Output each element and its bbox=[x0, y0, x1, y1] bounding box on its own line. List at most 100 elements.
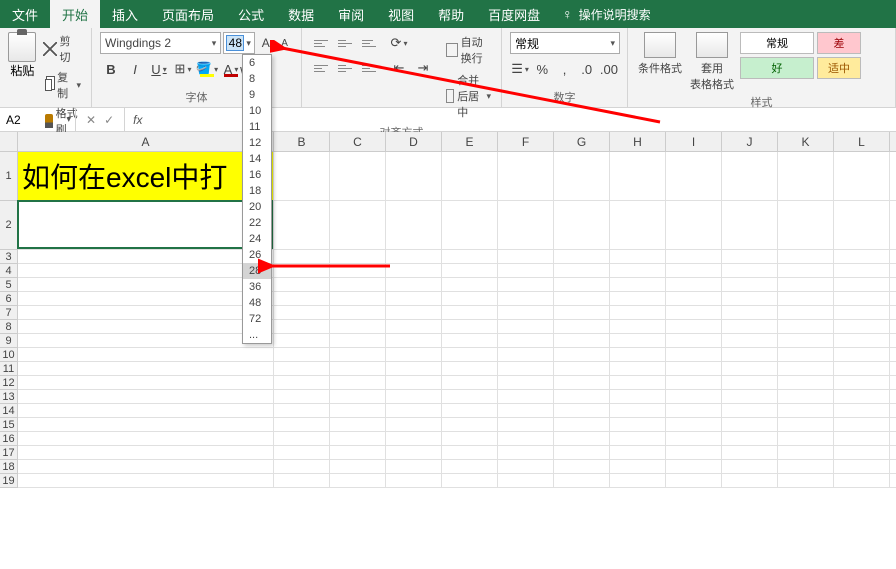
cell[interactable] bbox=[498, 152, 554, 200]
cell[interactable] bbox=[442, 152, 498, 200]
cell[interactable] bbox=[834, 306, 890, 319]
cell[interactable] bbox=[834, 418, 890, 431]
cell[interactable] bbox=[722, 152, 778, 200]
row-header[interactable]: 11 bbox=[0, 362, 17, 376]
cell[interactable] bbox=[834, 390, 890, 403]
cell[interactable] bbox=[442, 390, 498, 403]
cell[interactable] bbox=[778, 201, 834, 249]
cell[interactable] bbox=[666, 306, 722, 319]
tab-page-layout[interactable]: 页面布局 bbox=[150, 0, 226, 28]
cell[interactable] bbox=[610, 404, 666, 417]
cell[interactable] bbox=[722, 306, 778, 319]
font-size-select[interactable]: 48▾ bbox=[223, 32, 255, 54]
cell[interactable] bbox=[722, 320, 778, 333]
cell[interactable] bbox=[442, 348, 498, 361]
cell[interactable] bbox=[722, 404, 778, 417]
cell[interactable] bbox=[442, 418, 498, 431]
font-size-option[interactable]: ... bbox=[243, 327, 271, 343]
cell[interactable] bbox=[18, 278, 274, 291]
cell[interactable] bbox=[498, 250, 554, 263]
increase-indent-button[interactable]: ⇥ bbox=[412, 57, 434, 79]
row-header[interactable]: 5 bbox=[0, 278, 17, 292]
cell[interactable] bbox=[386, 320, 442, 333]
cell[interactable] bbox=[722, 376, 778, 389]
cell[interactable] bbox=[722, 292, 778, 305]
copy-button[interactable]: 复制▾ bbox=[41, 68, 83, 102]
cell[interactable] bbox=[778, 152, 834, 200]
cell[interactable] bbox=[330, 390, 386, 403]
cell[interactable] bbox=[666, 474, 722, 487]
cell[interactable] bbox=[498, 348, 554, 361]
cell[interactable] bbox=[442, 362, 498, 375]
row-header[interactable]: 15 bbox=[0, 418, 17, 432]
row-header[interactable]: 8 bbox=[0, 320, 17, 334]
font-size-option[interactable]: 72 bbox=[243, 311, 271, 327]
cells-area[interactable]: 如何在excel中打 bbox=[18, 152, 896, 569]
font-size-option[interactable]: 18 bbox=[243, 183, 271, 199]
decrease-font-button[interactable]: A bbox=[276, 32, 293, 54]
increase-decimal-button[interactable]: .0 bbox=[577, 58, 597, 80]
cell[interactable] bbox=[498, 306, 554, 319]
cell[interactable] bbox=[722, 348, 778, 361]
cell-style-normal[interactable]: 常规 bbox=[740, 32, 814, 54]
cell[interactable] bbox=[386, 292, 442, 305]
cell[interactable] bbox=[610, 306, 666, 319]
cell[interactable] bbox=[610, 292, 666, 305]
row-header[interactable]: 17 bbox=[0, 446, 17, 460]
decrease-indent-button[interactable]: ⇤ bbox=[388, 57, 410, 79]
cell[interactable] bbox=[610, 376, 666, 389]
font-size-option[interactable]: 48 bbox=[243, 295, 271, 311]
cell[interactable] bbox=[554, 390, 610, 403]
cell[interactable] bbox=[834, 404, 890, 417]
cell[interactable] bbox=[274, 348, 330, 361]
cell[interactable] bbox=[274, 474, 330, 487]
cell[interactable] bbox=[554, 418, 610, 431]
cell[interactable] bbox=[330, 264, 386, 277]
cell[interactable] bbox=[610, 152, 666, 200]
cell[interactable] bbox=[386, 306, 442, 319]
comma-button[interactable]: , bbox=[554, 58, 574, 80]
cell[interactable] bbox=[722, 460, 778, 473]
cell[interactable] bbox=[554, 376, 610, 389]
cell[interactable] bbox=[386, 418, 442, 431]
cell[interactable] bbox=[610, 432, 666, 445]
cell[interactable] bbox=[386, 278, 442, 291]
cell[interactable] bbox=[330, 152, 386, 200]
cell[interactable] bbox=[330, 250, 386, 263]
cell[interactable] bbox=[666, 152, 722, 200]
cell-style-bad[interactable]: 差 bbox=[817, 32, 861, 54]
cell[interactable] bbox=[834, 460, 890, 473]
cell[interactable] bbox=[834, 376, 890, 389]
cell[interactable] bbox=[442, 250, 498, 263]
cell[interactable] bbox=[274, 306, 330, 319]
cell[interactable] bbox=[778, 306, 834, 319]
align-center-button[interactable] bbox=[334, 57, 356, 79]
row-header[interactable]: 18 bbox=[0, 460, 17, 474]
cell[interactable] bbox=[554, 264, 610, 277]
cell[interactable] bbox=[18, 376, 274, 389]
cell[interactable] bbox=[554, 474, 610, 487]
cell[interactable] bbox=[666, 264, 722, 277]
align-top-button[interactable] bbox=[310, 32, 332, 54]
row-header[interactable]: 6 bbox=[0, 292, 17, 306]
cell[interactable] bbox=[722, 390, 778, 403]
cell[interactable] bbox=[554, 446, 610, 459]
underline-button[interactable]: U▾ bbox=[148, 58, 170, 80]
cell[interactable] bbox=[274, 264, 330, 277]
cell[interactable] bbox=[778, 278, 834, 291]
decrease-decimal-button[interactable]: .00 bbox=[599, 58, 619, 80]
cell[interactable] bbox=[554, 432, 610, 445]
font-size-option[interactable]: 6 bbox=[243, 55, 271, 71]
cell[interactable] bbox=[722, 334, 778, 347]
conditional-format-button[interactable]: 条件格式 bbox=[636, 32, 684, 76]
cell[interactable] bbox=[778, 292, 834, 305]
column-header[interactable]: J bbox=[722, 132, 778, 151]
cell[interactable] bbox=[386, 250, 442, 263]
cell[interactable] bbox=[666, 292, 722, 305]
cell[interactable] bbox=[274, 376, 330, 389]
row-header[interactable]: 10 bbox=[0, 348, 17, 362]
cell[interactable] bbox=[778, 250, 834, 263]
cell[interactable] bbox=[554, 306, 610, 319]
cell[interactable] bbox=[386, 390, 442, 403]
cell[interactable] bbox=[330, 418, 386, 431]
